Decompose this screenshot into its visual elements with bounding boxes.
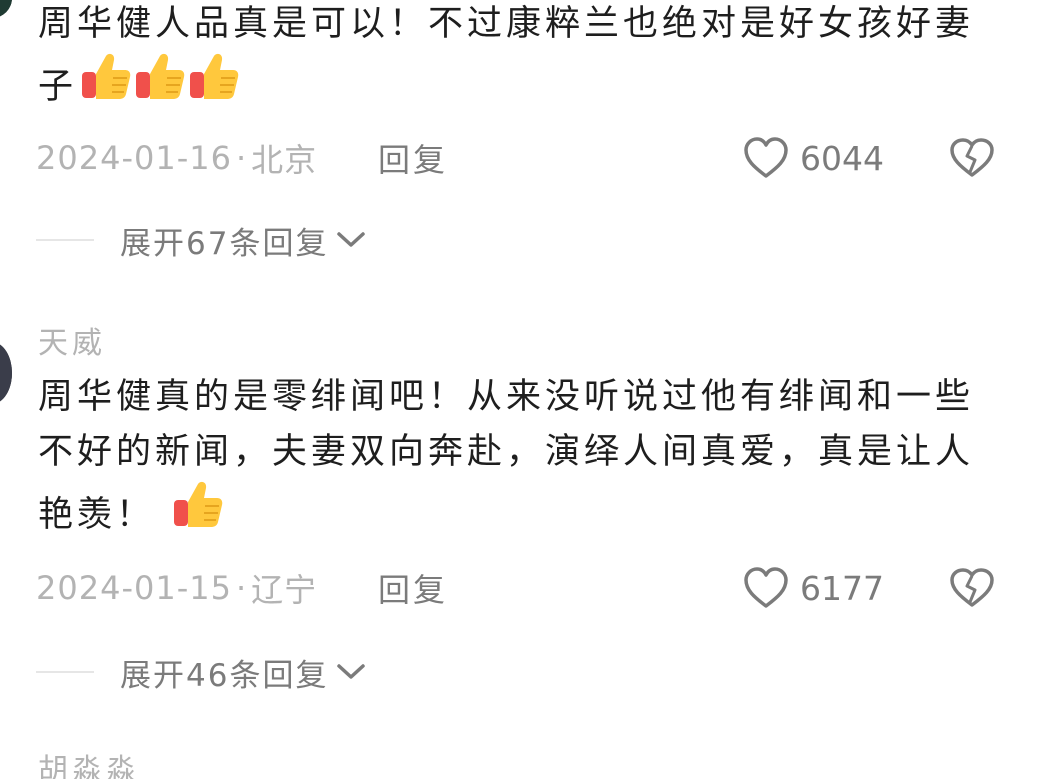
thumbs-up-icon bbox=[187, 52, 239, 119]
reply-button[interactable]: 回复 bbox=[378, 135, 448, 181]
avatar[interactable] bbox=[0, 342, 12, 404]
comment-text: 周华健人品真是可以！不过康粹兰也绝对是好女孩好妻子 bbox=[38, 0, 998, 119]
meta-separator: · bbox=[235, 569, 248, 607]
thumbs-up-icon bbox=[171, 480, 223, 547]
username[interactable]: 天威 bbox=[38, 318, 106, 362]
meta-separator: · bbox=[235, 139, 248, 177]
heart-icon bbox=[744, 137, 788, 178]
comment-meta: 2024-01-15 · 辽宁 回复 bbox=[36, 566, 445, 610]
like-button[interactable]: 6177 bbox=[742, 566, 884, 610]
comment-list: 周华健人品真是可以！不过康粹兰也绝对是好女孩好妻子 2024-01-16 · 北… bbox=[0, 0, 1054, 779]
broken-heart-icon[interactable] bbox=[948, 137, 996, 179]
expand-replies-button[interactable]: 展开67条回复 bbox=[36, 220, 366, 262]
comment-location: 辽宁 bbox=[251, 571, 318, 609]
comment-date: 2024-01-15 bbox=[36, 569, 232, 607]
chevron-down-icon bbox=[337, 232, 366, 247]
heart-icon bbox=[744, 567, 788, 608]
chevron-down-icon bbox=[337, 664, 366, 679]
reply-button[interactable]: 回复 bbox=[378, 565, 448, 611]
like-count: 6044 bbox=[800, 138, 884, 178]
username[interactable]: 胡淼淼 bbox=[38, 745, 140, 779]
comment-location: 北京 bbox=[251, 141, 318, 179]
expand-replies-label: 展开67条回复 bbox=[120, 225, 329, 262]
comment-meta: 2024-01-16 · 北京 回复 bbox=[36, 136, 445, 180]
expand-replies-button[interactable]: 展开46条回复 bbox=[36, 652, 366, 694]
comment-date: 2024-01-16 bbox=[36, 139, 232, 177]
expand-replies-label: 展开46条回复 bbox=[120, 657, 329, 694]
comment-text: 周华健真的是零绯闻吧！从来没听说过他有绯闻和一些不好的新闻，夫妻双向奔赴，演绎人… bbox=[38, 370, 998, 547]
like-count: 6177 bbox=[800, 568, 884, 608]
thumbs-up-icon bbox=[133, 52, 185, 119]
divider-line bbox=[36, 671, 94, 673]
thumbs-up-icon bbox=[79, 52, 131, 119]
broken-heart-icon[interactable] bbox=[948, 567, 996, 609]
avatar[interactable] bbox=[0, 0, 12, 18]
divider-line bbox=[36, 239, 94, 241]
like-button[interactable]: 6044 bbox=[742, 136, 884, 180]
